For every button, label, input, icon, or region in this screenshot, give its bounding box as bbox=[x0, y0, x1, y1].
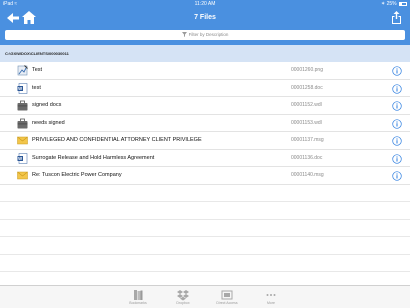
briefcase-icon bbox=[17, 100, 28, 111]
tab-label: Direct Access bbox=[216, 301, 238, 305]
filter-input[interactable]: Filter by Description bbox=[5, 30, 405, 40]
share-icon[interactable] bbox=[391, 11, 402, 24]
dropbox-icon bbox=[177, 290, 189, 301]
tab-more[interactable]: More bbox=[251, 288, 291, 308]
page-title: 7 Files bbox=[194, 14, 216, 21]
file-number: 00001137.msg bbox=[291, 137, 324, 143]
direct-access-icon bbox=[221, 290, 233, 300]
file-number: 00001152.wdl bbox=[291, 102, 322, 108]
status-right: ✶ 25% bbox=[381, 0, 407, 8]
image-file-icon bbox=[17, 65, 28, 76]
file-row[interactable]: Re: Tuscon Electric Power Company 000011… bbox=[0, 167, 410, 185]
info-icon[interactable] bbox=[392, 101, 402, 111]
battery-icon bbox=[399, 1, 407, 6]
funnel-icon bbox=[181, 32, 187, 38]
status-bar: iPad ≈ 11:20 AM ✶ 25% bbox=[0, 0, 410, 8]
info-icon[interactable] bbox=[392, 66, 402, 76]
tab-label: Bookmarks bbox=[129, 301, 147, 305]
empty-row bbox=[0, 202, 410, 220]
file-row[interactable]: W Surrogate Release and Hold Harmless Ag… bbox=[0, 150, 410, 167]
info-icon[interactable] bbox=[392, 83, 402, 94]
word-doc-icon: W bbox=[17, 152, 28, 164]
info-icon[interactable] bbox=[392, 136, 402, 146]
empty-row bbox=[0, 255, 410, 272]
tab-direct-access[interactable]: Direct Access bbox=[207, 288, 247, 308]
word-doc-icon: W bbox=[17, 82, 28, 94]
file-row[interactable]: PRIVILEGED AND CONFIDENTIAL ATTORNEY CLI… bbox=[0, 132, 410, 150]
empty-row bbox=[0, 237, 410, 255]
file-row[interactable]: needs signed 00001153.wdl bbox=[0, 115, 410, 132]
envelope-icon bbox=[17, 171, 28, 180]
file-list: Test 00001260.png W test 00001258.doc si… bbox=[0, 62, 410, 272]
file-row[interactable]: W test 00001258.doc bbox=[0, 80, 410, 97]
filter-area: Filter by Description bbox=[0, 28, 410, 45]
file-name: Surrogate Release and Hold Harmless Agre… bbox=[32, 154, 155, 161]
file-number: 00001153.wdl bbox=[291, 119, 322, 126]
file-name: Test bbox=[32, 67, 43, 73]
info-icon[interactable] bbox=[392, 118, 402, 129]
svg-text:W: W bbox=[18, 86, 22, 91]
file-row[interactable]: signed docs 00001152.wdl bbox=[0, 97, 410, 115]
tab-label: Dropbox bbox=[176, 301, 190, 305]
envelope-icon bbox=[17, 136, 28, 145]
folder-path: C:\GX\WDOX\CLIENTS\000030011 bbox=[0, 45, 410, 62]
tab-label: More bbox=[267, 301, 275, 305]
info-icon[interactable] bbox=[392, 171, 402, 181]
filter-placeholder: Filter by Description bbox=[188, 32, 229, 37]
tab-bar: Bookmarks Dropbox Direct Access More bbox=[0, 285, 410, 308]
file-row[interactable]: Test 00001260.png bbox=[0, 62, 410, 80]
briefcase-icon bbox=[17, 118, 28, 128]
file-number: 00001136.doc bbox=[291, 154, 323, 161]
empty-row bbox=[0, 220, 410, 237]
empty-row bbox=[0, 185, 410, 202]
battery-percent: 25% bbox=[386, 1, 397, 7]
info-icon[interactable] bbox=[392, 153, 402, 164]
file-number: 00001258.doc bbox=[291, 84, 323, 91]
file-name: signed docs bbox=[32, 102, 62, 108]
svg-text:W: W bbox=[18, 156, 22, 161]
status-time: 11:20 AM bbox=[194, 1, 216, 7]
nav-bar: 7 Files bbox=[0, 8, 410, 28]
file-name: Re: Tuscon Electric Power Company bbox=[32, 172, 122, 178]
tab-bookmarks[interactable]: Bookmarks bbox=[118, 288, 158, 308]
file-name: PRIVILEGED AND CONFIDENTIAL ATTORNEY CLI… bbox=[32, 137, 202, 143]
tab-dropbox[interactable]: Dropbox bbox=[163, 288, 203, 308]
file-name: test bbox=[32, 84, 41, 91]
file-name: needs signed bbox=[32, 119, 65, 126]
file-number: 00001140.msg bbox=[291, 172, 324, 178]
file-number: 00001260.png bbox=[291, 67, 323, 73]
bluetooth-icon: ✶ bbox=[381, 1, 386, 7]
bookmarks-icon bbox=[134, 290, 143, 300]
more-icon bbox=[266, 294, 276, 296]
